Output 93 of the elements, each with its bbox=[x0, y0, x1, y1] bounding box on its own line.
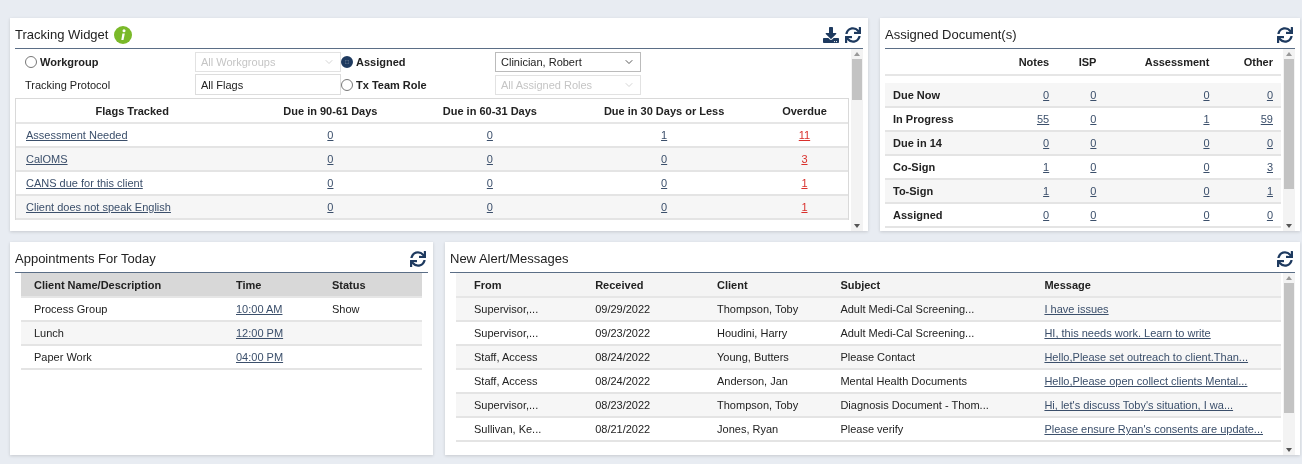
widget-title: Tracking Widget bbox=[15, 27, 109, 42]
count-link[interactable]: 0 bbox=[1090, 161, 1097, 173]
info-icon[interactable] bbox=[114, 25, 133, 44]
count-link[interactable]: 0 bbox=[1203, 185, 1210, 197]
count-link[interactable]: 0 bbox=[1043, 209, 1050, 221]
column-header: ISP bbox=[1057, 49, 1105, 75]
table-cell: Paper Work bbox=[21, 345, 223, 369]
count-link[interactable]: 0 bbox=[661, 153, 668, 165]
table-cell: Sullivan, Ke... bbox=[456, 417, 578, 441]
count-link[interactable]: 0 bbox=[1203, 137, 1210, 149]
count-link[interactable]: 11 bbox=[798, 129, 811, 141]
count-link[interactable]: 0 bbox=[486, 153, 493, 165]
download-icon[interactable] bbox=[823, 26, 839, 43]
refresh-icon[interactable] bbox=[1277, 26, 1293, 43]
table-cell: 08/21/2022 bbox=[577, 417, 700, 441]
count-link[interactable]: 1 bbox=[1266, 185, 1273, 197]
count-link[interactable]: 0 bbox=[1090, 113, 1097, 125]
column-header: Message bbox=[1026, 273, 1281, 297]
count-link[interactable]: 0 bbox=[486, 129, 493, 141]
time-link[interactable]: 10:00 AM bbox=[236, 303, 283, 315]
widget-title: Assigned Document(s) bbox=[885, 27, 1017, 42]
count-link[interactable]: 0 bbox=[1266, 137, 1273, 149]
count-link[interactable]: 3 bbox=[1266, 161, 1273, 173]
scroll-thumb[interactable] bbox=[1284, 283, 1294, 413]
column-header: Time bbox=[223, 273, 319, 297]
count-link[interactable]: 0 bbox=[1090, 88, 1097, 101]
count-link[interactable]: 0 bbox=[1090, 185, 1097, 197]
message-link[interactable]: Hi, let's discuss Toby's situation, I wa... bbox=[1044, 399, 1234, 411]
message-link[interactable]: Hello,Please open collect clients Mental... bbox=[1044, 375, 1248, 387]
widget-title: Appointments For Today bbox=[15, 251, 156, 266]
count-link[interactable]: 0 bbox=[327, 129, 334, 141]
column-header: Client Name/Description bbox=[21, 273, 223, 297]
scrollbar[interactable] bbox=[1283, 273, 1295, 455]
widget-title: New Alert/Messages bbox=[450, 251, 569, 266]
count-link[interactable]: 59 bbox=[1260, 113, 1273, 125]
count-link[interactable]: 55 bbox=[1036, 113, 1050, 125]
refresh-icon[interactable] bbox=[845, 26, 861, 43]
workgroup-radio[interactable]: Workgroup bbox=[25, 56, 195, 68]
count-link[interactable]: 0 bbox=[1043, 88, 1050, 101]
count-link[interactable]: 0 bbox=[327, 177, 334, 189]
message-link[interactable]: HI, this needs work. Learn to write bbox=[1044, 327, 1211, 339]
count-link[interactable]: 0 bbox=[1090, 137, 1097, 149]
scrollbar[interactable] bbox=[851, 49, 863, 231]
count-link[interactable]: 0 bbox=[327, 201, 334, 213]
count-link[interactable]: 0 bbox=[1203, 209, 1210, 221]
column-header: Other bbox=[1217, 49, 1281, 75]
column-header: Client bbox=[699, 273, 823, 297]
count-link[interactable]: 0 bbox=[1203, 88, 1210, 101]
time-link[interactable]: 04:00 PM bbox=[236, 351, 284, 363]
flag-link[interactable]: CalOMS bbox=[26, 153, 68, 165]
flag-link[interactable]: CANS due for this client bbox=[26, 177, 143, 189]
count-link[interactable]: 0 bbox=[1203, 161, 1210, 173]
column-header: Notes bbox=[992, 49, 1058, 75]
count-link[interactable]: 0 bbox=[486, 177, 493, 189]
protocol-field[interactable]: All Flags bbox=[195, 74, 341, 95]
team-role-radio[interactable]: Tx Team Role bbox=[341, 78, 495, 91]
column-header: Assessment bbox=[1104, 49, 1218, 75]
refresh-icon[interactable] bbox=[1277, 250, 1293, 267]
time-link[interactable]: 12:00 PM bbox=[236, 327, 284, 339]
count-link[interactable]: 1 bbox=[1043, 161, 1050, 173]
field-label: Tracking Protocol bbox=[25, 78, 112, 91]
column-header: Status bbox=[319, 273, 422, 297]
count-link[interactable]: 0 bbox=[661, 201, 668, 213]
message-link[interactable]: Hello,Please set outreach to client.Than... bbox=[1044, 351, 1249, 363]
row-label: Assigned bbox=[885, 203, 993, 227]
column-header: Subject bbox=[822, 273, 1027, 297]
message-link[interactable]: Please ensure Ryan's consents are update... bbox=[1044, 423, 1263, 435]
clinician-dropdown[interactable]: Clinician, Robert bbox=[495, 52, 641, 72]
count-link[interactable]: 0 bbox=[1043, 137, 1050, 149]
count-link[interactable]: 0 bbox=[661, 177, 668, 189]
table-cell: Please verify bbox=[822, 417, 1027, 441]
refresh-icon[interactable] bbox=[410, 250, 426, 267]
table-cell: Jones, Ryan bbox=[699, 417, 823, 441]
column-header: From bbox=[456, 273, 578, 297]
scroll-thumb[interactable] bbox=[1284, 59, 1294, 189]
count-link[interactable]: 0 bbox=[486, 201, 493, 213]
count-link[interactable]: 1 bbox=[801, 177, 808, 189]
assigned-radio[interactable]: Assigned bbox=[341, 56, 495, 68]
scrollbar[interactable] bbox=[1283, 49, 1295, 231]
count-link[interactable]: 1 bbox=[801, 201, 808, 213]
scroll-thumb[interactable] bbox=[852, 59, 862, 100]
count-link[interactable]: 0 bbox=[1090, 209, 1097, 221]
count-link[interactable]: 1 bbox=[661, 129, 668, 141]
message-link[interactable]: I have issues bbox=[1044, 303, 1109, 315]
count-link[interactable]: 0 bbox=[1266, 209, 1273, 221]
column-header: Received bbox=[577, 273, 700, 297]
count-link[interactable]: 1 bbox=[1043, 185, 1050, 197]
count-link[interactable]: 3 bbox=[801, 153, 808, 165]
count-link[interactable]: 1 bbox=[1203, 113, 1210, 125]
count-link[interactable]: 0 bbox=[1266, 88, 1273, 101]
flag-link[interactable]: Assessment Needed bbox=[26, 129, 128, 141]
flag-link[interactable]: Client does not speak English bbox=[26, 201, 171, 213]
count-link[interactable]: 0 bbox=[327, 153, 334, 165]
